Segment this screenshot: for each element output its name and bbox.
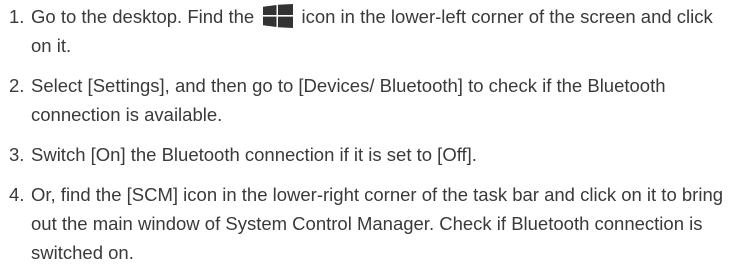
step-text: Switch [On] the Bluetooth connection if …	[31, 144, 477, 165]
step-1: 1. Go to the desktop. Find the icon in t…	[9, 2, 731, 60]
step-text-before-icon: Go to the desktop. Find the	[31, 6, 255, 27]
step-3: 3. Switch [On] the Bluetooth connection …	[9, 140, 731, 169]
step-text: Select [Settings], and then go to [Devic…	[31, 75, 666, 125]
step-4: 4. Or, find the [SCM] icon in the lower-…	[9, 180, 731, 267]
step-number: 2.	[9, 75, 25, 96]
step-2: 2. Select [Settings], and then go to [De…	[9, 71, 731, 129]
step-text: Or, find the [SCM] icon in the lower-rig…	[31, 184, 724, 263]
step-number: 1.	[9, 6, 25, 27]
instruction-document: 1. Go to the desktop. Find the icon in t…	[0, 0, 739, 276]
windows-start-icon	[263, 4, 294, 28]
step-number: 4.	[9, 184, 25, 205]
step-number: 3.	[9, 144, 25, 165]
steps-list: 1. Go to the desktop. Find the icon in t…	[9, 2, 731, 267]
